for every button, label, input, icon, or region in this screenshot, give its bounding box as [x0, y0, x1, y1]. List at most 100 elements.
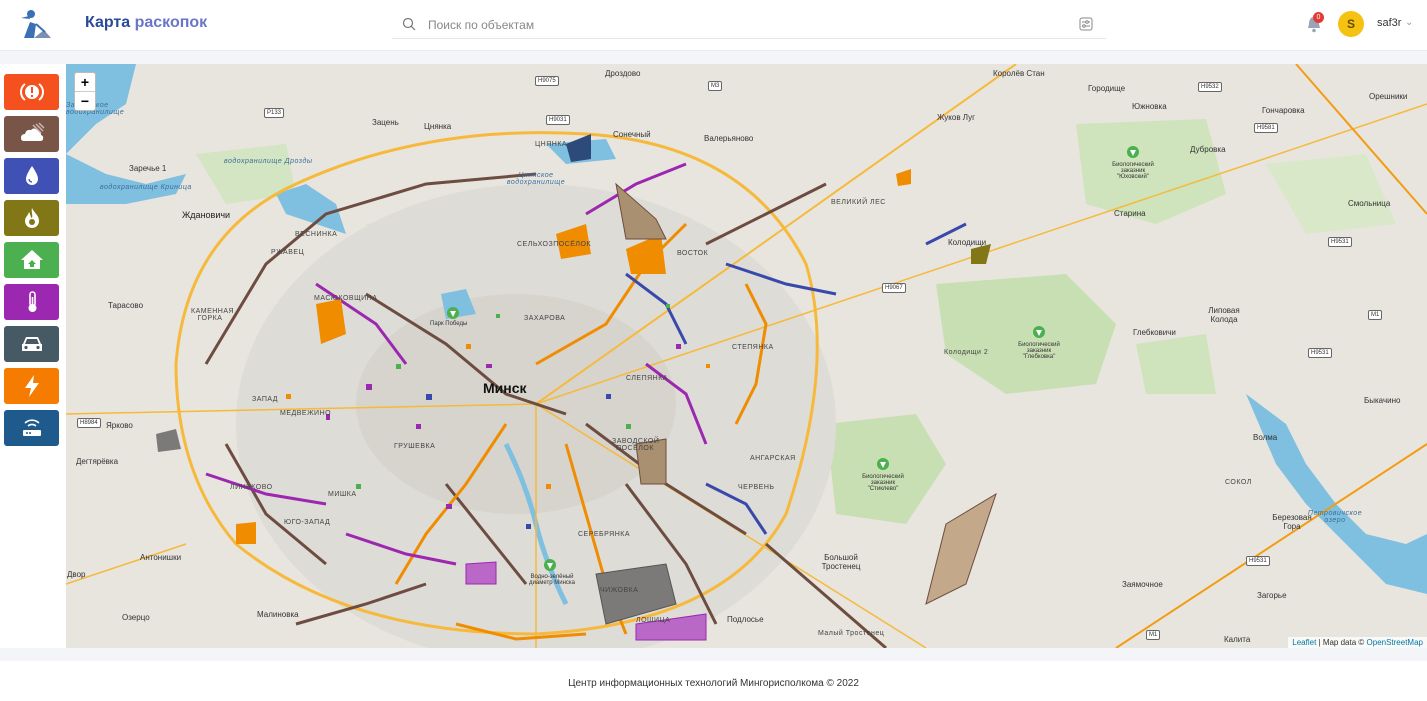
district-label: ЗАХАРОВА [524, 315, 566, 322]
place-label: Сонечный [613, 130, 651, 139]
district-label: КАМЕННАЯ ГОРКА [191, 308, 235, 322]
zoom-out-button[interactable]: − [75, 92, 95, 110]
place-label: Большой Тростенец [821, 553, 861, 571]
district-label: СТЕПЯНКА [732, 344, 774, 351]
water-drop-icon [25, 166, 38, 185]
excavation-logo-icon[interactable] [18, 8, 52, 42]
district-label: ВОСТОК [677, 250, 709, 257]
district-label: РЖАВЕЦ [271, 249, 305, 256]
alert-icon [19, 83, 44, 101]
district-label: СЕЛЬХОЗПОСЁЛОК [517, 241, 592, 248]
district-label: МЕДВЕЖИНО [280, 410, 332, 417]
avatar[interactable]: S [1338, 11, 1364, 37]
zoom-control: + − [74, 72, 96, 111]
district-label: СЕРЕБРЯНКА [578, 531, 631, 538]
place-label: Дубровка [1190, 145, 1226, 154]
place-label: Ждановичи [182, 210, 231, 220]
road-shield: H9531 [1328, 237, 1352, 247]
place-label: Малиновка [257, 610, 299, 619]
district-label: ЧИЖОВКА [600, 587, 639, 594]
place-label: Водно-зелёный диаметр Минска [529, 574, 575, 586]
road-shield: H9531 [1308, 348, 1332, 358]
place-label: Зацень [372, 118, 399, 127]
place-label: Ярково [106, 421, 133, 430]
district-label: ВЕСНИНКА [295, 231, 338, 238]
road-shield: H9531 [1246, 556, 1270, 566]
excavation-map[interactable]: Дроздово Королёв Стан Городище Южновка Г… [66, 64, 1427, 648]
footer: Центр информационных технологий Мингорис… [0, 661, 1427, 701]
road-shield: P133 [264, 108, 285, 118]
layer-button-housing[interactable] [4, 242, 59, 278]
place-label: Королёв Стан [993, 69, 1045, 78]
layer-button-heat[interactable] [4, 284, 59, 320]
search-icon [402, 17, 416, 31]
road-shield: M3 [708, 81, 723, 91]
place-label: Липовая Колода [1208, 306, 1240, 324]
layer-button-emergency[interactable] [4, 74, 59, 110]
search-input[interactable] [426, 14, 1070, 36]
place-label: Тарасово [108, 301, 144, 310]
road-shield: H9075 [535, 76, 559, 86]
district-label: ЦНЯНКА [535, 141, 568, 148]
place-label: Калита [1224, 635, 1251, 644]
thermometer-icon [28, 291, 36, 312]
username[interactable]: saf3r [1377, 17, 1401, 29]
app-title-part1: Карта [85, 14, 131, 31]
chevron-down-icon[interactable]: ⌄ [1405, 17, 1413, 28]
place-label: Смольница [1348, 199, 1391, 208]
district-label: ЮГО-ЗАПАД [284, 519, 331, 526]
city-label: Минск [483, 380, 527, 396]
cloud-icon [20, 122, 45, 141]
attribution-text: | Map data © [1316, 638, 1367, 647]
place-label: Волма [1253, 433, 1278, 442]
place-label: Орешники [1369, 92, 1408, 101]
place-label: Валерьяново [704, 134, 754, 143]
place-label: Загорье [1257, 591, 1287, 600]
place-label: Малый Тростенец [818, 630, 885, 637]
district-label: ЛОШИЦА [636, 617, 671, 624]
layer-button-roads[interactable] [4, 326, 59, 362]
place-label: Дегтярёвка [76, 457, 119, 466]
zoom-in-button[interactable]: + [75, 73, 95, 92]
place-label: Дроздово [605, 69, 641, 78]
place-label: Колодищи [948, 238, 987, 247]
place-label: Парк Победы [430, 321, 468, 327]
district-label: ГРУШЕВКА [394, 443, 436, 450]
district-label: ЛИНЬКОВО [230, 484, 273, 491]
district-label: МИШКА [328, 491, 357, 498]
road-shield: M1 [1146, 630, 1161, 640]
district-label: ВЕЛИКИЙ ЛЕС [831, 199, 886, 206]
layer-button-power[interactable] [4, 368, 59, 404]
water-label: Петровичское озеро [1307, 510, 1363, 524]
district-label: ЧЕРВЕНЬ [738, 484, 775, 491]
place-label: Гончаровка [1262, 106, 1305, 115]
app-title[interactable]: Карта раскопок [85, 14, 207, 32]
footer-text: Центр информационных технологий Мингорис… [568, 678, 859, 689]
flame-icon [24, 208, 39, 228]
district-label: ЗАПАД [252, 396, 278, 403]
district-label: АНГАРСКАЯ [750, 455, 796, 462]
layer-button-weather[interactable] [4, 116, 59, 152]
water-label: Цнянское водохранилище [506, 172, 566, 186]
place-label: Быкачино [1364, 396, 1401, 405]
lightning-icon [24, 375, 39, 397]
road-shield: M1 [1368, 310, 1383, 320]
filter-settings-icon[interactable] [1078, 16, 1094, 32]
layer-button-telecom[interactable] [4, 410, 59, 446]
map-attribution: Leaflet | Map data © OpenStreetMap [1288, 637, 1427, 648]
layer-button-gas[interactable] [4, 200, 59, 236]
leaflet-link[interactable]: Leaflet [1292, 638, 1316, 647]
layer-button-water[interactable] [4, 158, 59, 194]
osm-link[interactable]: OpenStreetMap [1367, 638, 1423, 647]
search-bar [392, 12, 1106, 39]
reserve-label: Биологический заказник "Глебковка" [1018, 342, 1060, 360]
place-label: Озерцо [122, 613, 150, 622]
road-shield: H9581 [1254, 123, 1278, 133]
district-label: СЛЕПЯНКА [626, 375, 668, 382]
water-label: водохранилище Криница [100, 184, 192, 191]
place-label: Старина [1114, 209, 1146, 218]
place-label: Глебковичи [1133, 328, 1176, 337]
place-label: Заречье 1 [129, 164, 167, 173]
notification-count-badge: 0 [1313, 12, 1324, 23]
district-label: МАСЮКОВЩИНА [314, 295, 378, 302]
